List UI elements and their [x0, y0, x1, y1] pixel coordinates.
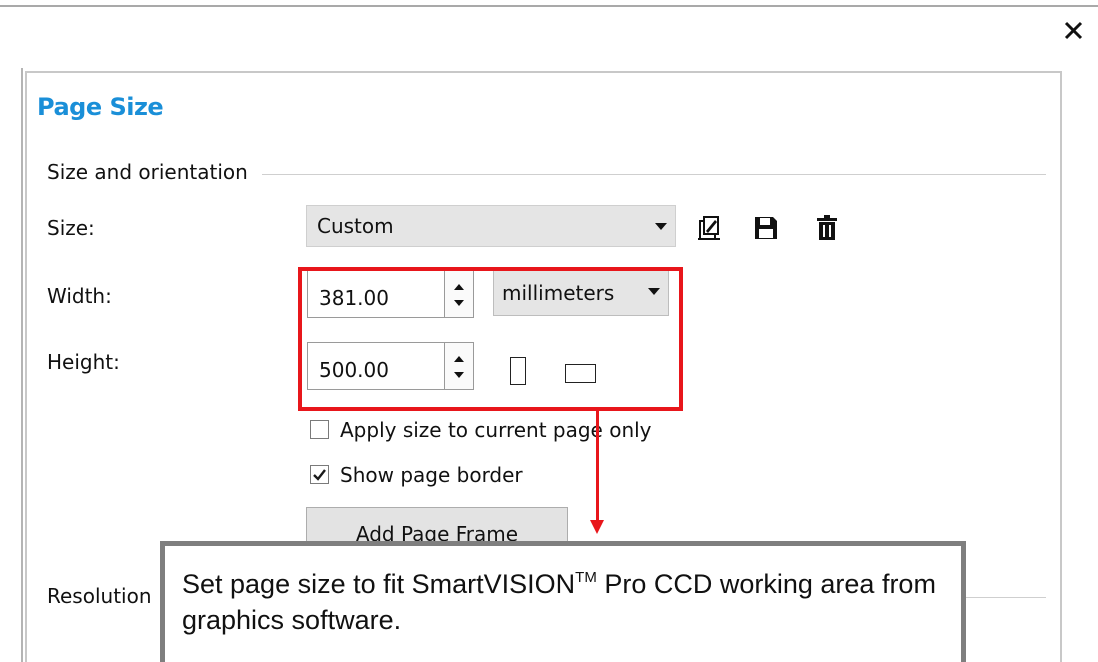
- checkmark-icon: [313, 469, 326, 481]
- close-button[interactable]: [1059, 12, 1089, 46]
- annotation-arrow-line: [596, 411, 599, 523]
- window-top-border: [0, 5, 1098, 7]
- width-label: Width:: [47, 284, 112, 308]
- apply-current-page-label: Apply size to current page only: [340, 418, 652, 442]
- chevron-down-icon: [655, 223, 667, 230]
- section-size-orientation-label: Size and orientation: [47, 160, 248, 184]
- delete-preset-button[interactable]: [815, 214, 841, 242]
- section-divider: [262, 174, 1046, 175]
- section-resolution-label: Resolution: [47, 584, 152, 608]
- page-title: Page Size: [37, 93, 164, 121]
- callout-text-start: Set page size to fit SmartVISION: [182, 569, 576, 599]
- size-dropdown-value: Custom: [317, 214, 394, 238]
- save-preset-icon: [755, 217, 777, 239]
- annotation-arrow-head: [590, 520, 604, 534]
- annotation-callout: Set page size to fit SmartVISIONTM Pro C…: [160, 541, 966, 662]
- size-dropdown[interactable]: Custom: [306, 205, 676, 247]
- show-page-border-label: Show page border: [340, 463, 523, 487]
- trash-icon: [817, 215, 837, 240]
- close-icon: [1064, 21, 1083, 40]
- highlight-box: [298, 267, 683, 411]
- callout-trademark: TM: [575, 569, 597, 586]
- size-label: Size:: [47, 216, 95, 240]
- height-label: Height:: [47, 350, 120, 374]
- apply-current-page-checkbox[interactable]: [310, 420, 329, 439]
- edit-preset-button[interactable]: [696, 214, 722, 242]
- show-page-border-checkbox[interactable]: [310, 465, 329, 484]
- left-divider: [21, 68, 23, 662]
- edit-preset-icon: [698, 216, 720, 240]
- save-preset-button[interactable]: [753, 214, 779, 242]
